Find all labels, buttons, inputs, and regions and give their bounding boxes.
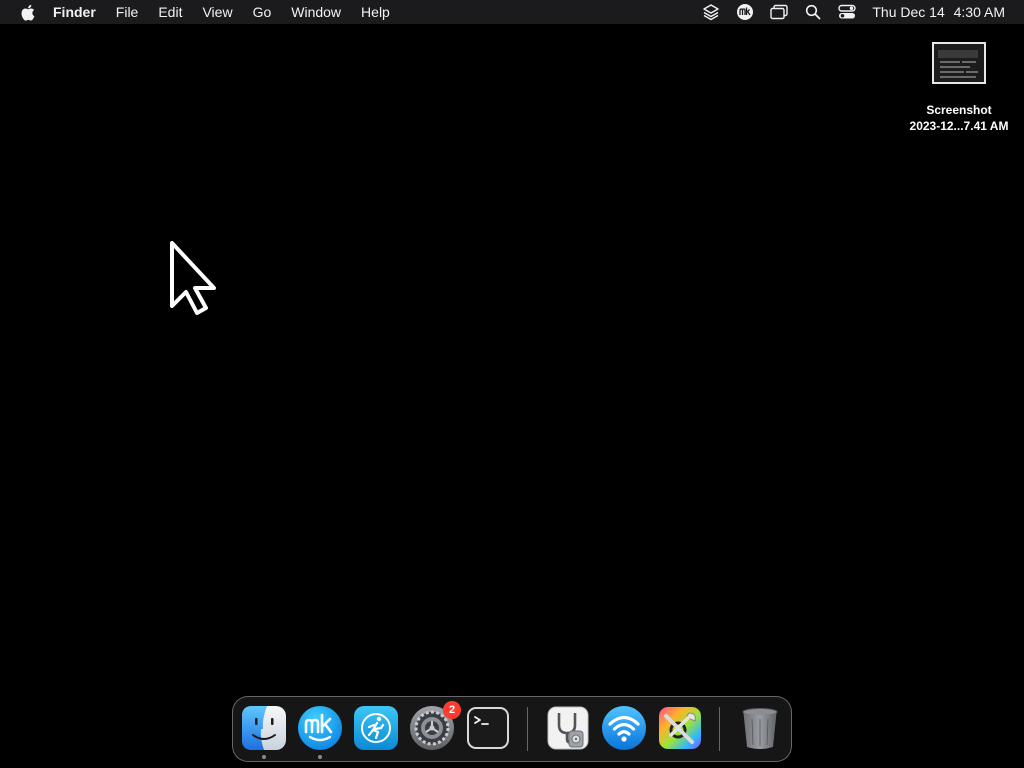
running-indicator	[262, 755, 266, 759]
notification-badge: 2	[443, 701, 461, 719]
desktop[interactable]: Finder File Edit View Go Window Help Thu…	[0, 0, 1024, 768]
menu-go[interactable]: Go	[243, 0, 282, 24]
dock-separator	[527, 707, 528, 751]
dock-trash[interactable]	[737, 705, 783, 751]
file-name-line-2: 2023-12...7.41 AM	[909, 119, 1009, 133]
desktop-file-screenshot[interactable]: Screenshot 2023-12...7.41 AM	[902, 42, 1016, 134]
dock: 2	[232, 696, 792, 762]
dock-colorsync-utility[interactable]	[657, 705, 703, 751]
terminal-icon	[467, 707, 509, 749]
colorsync-utility-icon	[659, 707, 701, 749]
dock-disk-utility[interactable]	[545, 705, 591, 751]
dock-terminal[interactable]	[465, 705, 511, 751]
finder-icon	[242, 706, 286, 750]
running-figure-icon	[354, 706, 398, 750]
dock-activity[interactable]	[353, 705, 399, 751]
control-center-icon[interactable]	[837, 2, 857, 22]
mackeeper-icon	[298, 706, 342, 750]
clock-time: 4:30 AM	[953, 4, 1005, 20]
menu-view[interactable]: View	[192, 0, 242, 24]
menu-help[interactable]: Help	[351, 0, 400, 24]
screenshot-thumbnail-icon[interactable]	[932, 42, 986, 84]
search-icon[interactable]	[803, 2, 823, 22]
clock-date: Thu Dec 14	[872, 4, 945, 20]
menu-file[interactable]: File	[106, 0, 149, 24]
menu-edit[interactable]: Edit	[148, 0, 192, 24]
dock-system-settings[interactable]: 2	[409, 701, 461, 751]
dock-separator	[719, 707, 720, 751]
layers-icon[interactable]	[701, 2, 721, 22]
trash-icon	[742, 708, 778, 749]
menu-app-name[interactable]: Finder	[53, 0, 106, 24]
dock-wireless-diagnostics[interactable]	[601, 705, 647, 751]
running-indicator	[318, 755, 322, 759]
file-name-line-1: Screenshot	[926, 103, 992, 117]
dock-finder[interactable]	[241, 705, 287, 759]
menu-window[interactable]: Window	[281, 0, 351, 24]
apple-menu-icon[interactable]	[19, 4, 35, 21]
mouse-cursor-icon	[170, 241, 216, 315]
dock-mackeeper[interactable]	[297, 705, 343, 759]
menu-bar: Finder File Edit View Go Window Help Thu…	[0, 0, 1024, 24]
mk-icon[interactable]	[735, 2, 755, 22]
desktop-file-label[interactable]: Screenshot 2023-12...7.41 AM	[910, 102, 1009, 134]
menu-bar-clock[interactable]: Thu Dec 14 4:30 AM	[872, 4, 1005, 20]
disk-utility-icon	[547, 706, 589, 750]
wifi-icon	[602, 706, 646, 750]
screen-mirroring-icon[interactable]	[769, 2, 789, 22]
